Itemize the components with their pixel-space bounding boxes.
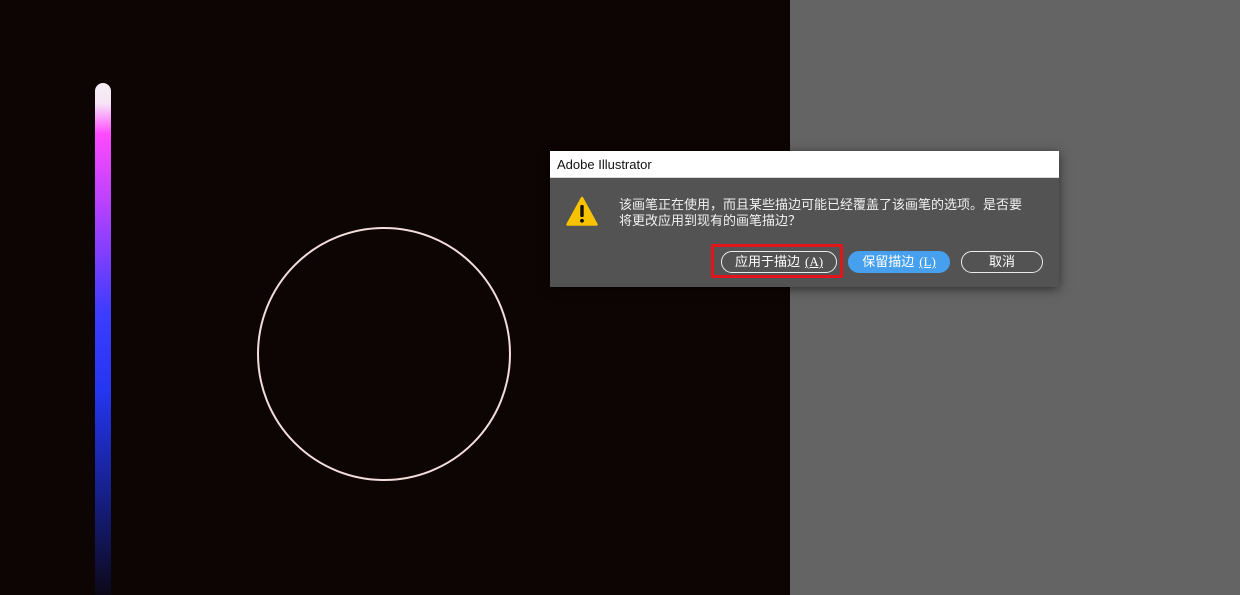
apply-shortcut: (A) [804, 254, 824, 269]
apply-to-strokes-label: 应用于描边 [734, 254, 800, 269]
leave-strokes-button[interactable]: 保留描边 (L) [848, 251, 950, 273]
circle-path [257, 227, 511, 481]
dialog-title-bar: Adobe Illustrator [550, 151, 1059, 178]
dialog-message: 该画笔正在使用，而且某些描边可能已经覆盖了该画笔的选项。是否要 将更改应用到现有… [619, 198, 1049, 230]
cancel-button[interactable]: 取消 [961, 251, 1043, 273]
leave-strokes-label: 保留描边 [862, 254, 915, 269]
leave-shortcut: (L) [919, 254, 936, 269]
warning-icon [566, 196, 598, 226]
cancel-label: 取消 [988, 254, 1015, 269]
message-line-1: 该画笔正在使用，而且某些描边可能已经覆盖了该画笔的选项。是否要 [619, 198, 1023, 213]
circle-canvas [257, 227, 511, 481]
dialog-title: Adobe Illustrator [557, 157, 652, 172]
message-line-2: 将更改应用到现有的画笔描边？ [619, 214, 802, 229]
apply-to-strokes-button[interactable]: 应用于描边 (A) [721, 251, 837, 273]
pasteboard [790, 0, 1240, 595]
alert-dialog: Adobe Illustrator 该画笔正在使用，而且某些描边可能已经覆盖了该… [550, 151, 1059, 287]
artboard [0, 0, 790, 595]
